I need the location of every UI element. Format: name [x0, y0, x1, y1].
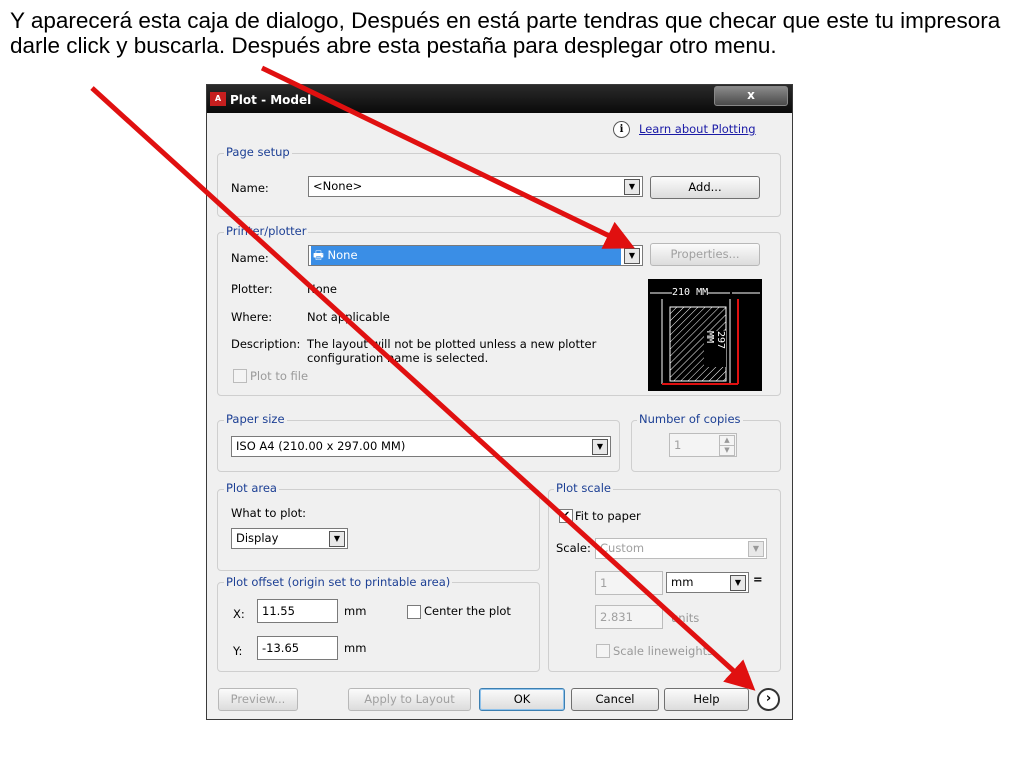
what-to-plot-label: What to plot:: [231, 506, 306, 520]
scale-lineweights-label: Scale lineweights: [613, 644, 714, 658]
offset-x-label: X:: [233, 607, 245, 621]
page-setup-name-select[interactable]: <None> ▼: [308, 176, 643, 197]
chevron-down-icon[interactable]: ▼: [592, 439, 608, 455]
plotter-value: None: [307, 282, 338, 296]
page-setup-title: Page setup: [224, 145, 292, 159]
printer-selected-item: 🖶 None: [311, 246, 621, 265]
scale-value: Custom: [600, 541, 645, 555]
offset-x-unit: mm: [344, 604, 367, 618]
info-icon: i: [613, 121, 630, 138]
description-line-1: The layout will not be plotted unless a …: [307, 337, 597, 351]
chevron-down-icon[interactable]: ▼: [624, 248, 640, 264]
offset-y-unit: mm: [344, 641, 367, 655]
paper-width-label: 210 MM: [672, 287, 709, 298]
scale-unit-select[interactable]: mm ▼: [666, 572, 749, 593]
paper-size-title: Paper size: [224, 412, 287, 426]
units-label: units: [671, 611, 700, 625]
description-label: Description:: [231, 337, 301, 351]
close-button[interactable]: x: [714, 86, 788, 106]
plot-offset-title: Plot offset (origin set to printable are…: [224, 575, 453, 589]
where-label: Where:: [231, 310, 273, 324]
printer-title: Printer/plotter: [224, 224, 309, 238]
scale-label: Scale:: [556, 541, 591, 555]
learn-about-plotting-link[interactable]: Learn about Plotting: [639, 122, 756, 136]
autocad-app-icon: A: [210, 92, 226, 106]
plot-area-title: Plot area: [224, 481, 279, 495]
help-button[interactable]: Help: [664, 688, 749, 711]
scale-lineweights-checkbox[interactable]: [596, 644, 610, 658]
description-line-2: configuration name is selected.: [307, 351, 489, 365]
what-to-plot-value: Display: [236, 531, 279, 545]
offset-y-label: Y:: [233, 644, 243, 658]
spinner-down-icon[interactable]: ▼: [719, 445, 735, 456]
plotter-label: Plotter:: [231, 282, 273, 296]
printer-name-select[interactable]: 🖶 None ▼: [308, 245, 643, 266]
scale-top-input[interactable]: 1: [595, 571, 663, 595]
add-page-setup-button[interactable]: Add...: [650, 176, 760, 199]
chevron-down-icon[interactable]: ▼: [748, 541, 764, 557]
apply-to-layout-button[interactable]: Apply to Layout: [348, 688, 471, 711]
printer-icon: 🖶: [313, 248, 324, 262]
offset-y-input[interactable]: -13.65: [257, 636, 338, 660]
copies-title: Number of copies: [637, 412, 743, 426]
plot-scale-title: Plot scale: [554, 481, 613, 495]
dialog-titlebar[interactable]: A Plot - Model x: [207, 85, 792, 113]
dialog-title: Plot - Model: [230, 93, 312, 107]
properties-button[interactable]: Properties...: [650, 243, 760, 266]
copies-value: 1: [674, 438, 682, 452]
preview-button[interactable]: Preview...: [218, 688, 298, 711]
where-value: Not applicable: [307, 310, 390, 324]
fit-to-paper-label: Fit to paper: [575, 509, 641, 523]
printer-name-value: None: [327, 248, 358, 262]
copies-spinner[interactable]: 1 ▲ ▼: [669, 433, 737, 457]
offset-x-input[interactable]: 11.55: [257, 599, 338, 623]
plot-dialog: A Plot - Model x i Learn about Plotting …: [206, 84, 793, 720]
plot-to-file-checkbox[interactable]: [233, 369, 247, 383]
ok-button[interactable]: OK: [479, 688, 565, 711]
instruction-caption: Y aparecerá esta caja de dialogo, Despué…: [10, 8, 1001, 58]
paper-preview: 210 MM 297 MM: [648, 279, 762, 391]
scale-unit-value: mm: [671, 575, 694, 589]
paper-size-value: ISO A4 (210.00 x 297.00 MM): [236, 439, 406, 453]
plot-to-file-label: Plot to file: [250, 369, 309, 383]
paper-size-select[interactable]: ISO A4 (210.00 x 297.00 MM) ▼: [231, 436, 611, 457]
chevron-down-icon[interactable]: ▼: [730, 575, 746, 591]
page-setup-name-label: Name:: [231, 181, 269, 195]
what-to-plot-select[interactable]: Display ▼: [231, 528, 348, 549]
center-plot-label: Center the plot: [424, 604, 511, 618]
scale-bottom-input[interactable]: 2.831: [595, 605, 663, 629]
paper-height-label: 297 MM: [704, 331, 726, 367]
printer-name-label: Name:: [231, 251, 269, 265]
cancel-button[interactable]: Cancel: [571, 688, 659, 711]
fit-to-paper-checkbox[interactable]: ✔: [559, 509, 573, 523]
center-plot-checkbox[interactable]: [407, 605, 421, 619]
chevron-down-icon[interactable]: ▼: [624, 179, 640, 195]
page-setup-name-value: <None>: [313, 179, 363, 193]
equals-sign: =: [753, 572, 763, 586]
expand-more-options-icon[interactable]: ›: [757, 688, 780, 711]
chevron-down-icon[interactable]: ▼: [329, 531, 345, 547]
scale-select[interactable]: Custom ▼: [595, 538, 767, 559]
